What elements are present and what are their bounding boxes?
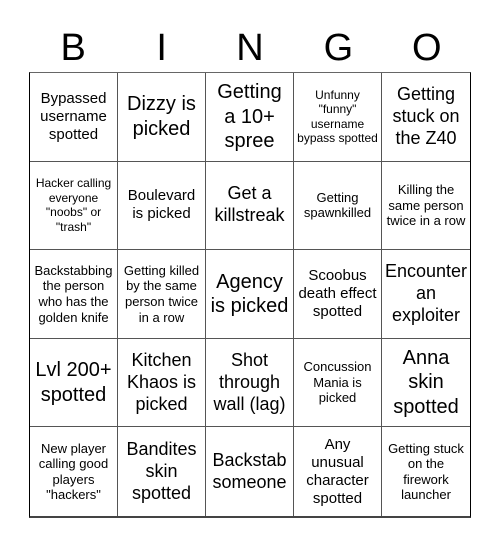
bingo-header: B I N G O xyxy=(29,25,471,72)
bingo-cell[interactable]: Getting a 10+ spree xyxy=(206,73,294,162)
bingo-cell[interactable]: Concussion Mania is picked xyxy=(294,338,382,428)
bingo-cell[interactable]: Get a killstreak xyxy=(206,161,294,251)
bingo-cell[interactable]: Backstabbing the person who has the gold… xyxy=(30,250,118,339)
header-letter-o: O xyxy=(412,27,442,69)
bingo-cell[interactable]: Shot through wall (lag) xyxy=(206,338,294,428)
header-letter-n: N xyxy=(236,27,264,69)
bingo-cell[interactable]: Agency is picked xyxy=(206,250,294,339)
bingo-cell[interactable]: Any unusual character spotted xyxy=(294,427,382,516)
bingo-cell[interactable]: Kitchen Khaos is picked xyxy=(118,338,206,428)
bingo-cell[interactable]: Killing the same person twice in a row xyxy=(382,162,470,251)
bingo-cell[interactable]: Getting killed by the same person twice … xyxy=(118,250,206,339)
bingo-board: Bypassed username spotted Dizzy is picke… xyxy=(29,72,471,518)
bingo-cell[interactable]: Encounter an exploiter xyxy=(382,250,470,339)
bingo-cell[interactable]: Scoobus death effect spotted xyxy=(294,250,382,339)
bingo-cell[interactable]: Getting spawnkilled xyxy=(294,161,382,251)
bingo-cell[interactable]: New player calling good players "hackers… xyxy=(30,427,118,516)
bingo-cell[interactable]: Backstab someone xyxy=(206,427,294,516)
bingo-cell[interactable]: Lvl 200+ spotted xyxy=(30,338,118,428)
bingo-cell[interactable]: Bandites skin spotted xyxy=(118,427,206,516)
header-letter-g: G xyxy=(323,27,354,69)
bingo-cell[interactable]: Dizzy is picked xyxy=(118,73,206,162)
bingo-cell[interactable]: Getting stuck on the Z40 xyxy=(382,73,470,162)
bingo-cell[interactable]: Hacker calling everyone "noobs" or "tras… xyxy=(30,161,118,251)
bingo-cell[interactable]: Getting stuck on the firework launcher xyxy=(382,427,470,516)
bingo-cell[interactable]: Anna skin spotted xyxy=(382,339,470,428)
header-letter-i: I xyxy=(156,27,167,69)
bingo-cell[interactable]: Unfunny "funny" username bypass spotted xyxy=(294,73,382,162)
bingo-cell[interactable]: Boulevard is picked xyxy=(118,161,206,251)
header-letter-b: B xyxy=(60,27,86,69)
bingo-cell[interactable]: Bypassed username spotted xyxy=(30,73,118,162)
